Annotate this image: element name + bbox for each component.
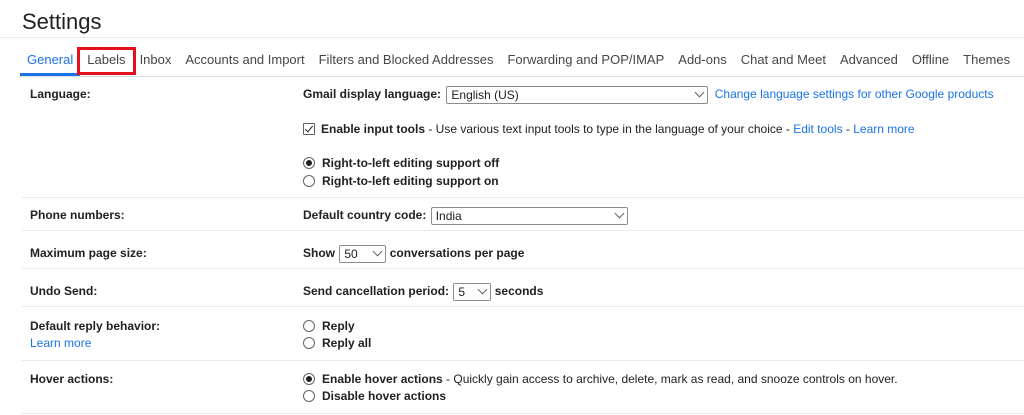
enable-hover-label: Enable hover actions	[322, 372, 443, 386]
phone-numbers-label: Phone numbers:	[30, 208, 125, 222]
edit-tools-link[interactable]: Edit tools	[793, 122, 842, 136]
chevron-down-icon	[477, 284, 488, 295]
country-code-value: India	[435, 209, 462, 223]
radio-selected-dot	[306, 375, 312, 382]
chevron-down-icon	[694, 87, 705, 98]
cancellation-period-select[interactable]: 5	[453, 283, 492, 301]
rtl-on-label: Right-to-left editing support on	[322, 174, 499, 188]
tab-inbox[interactable]: Inbox	[133, 50, 179, 72]
undo-send-settings: Send cancellation period: 5 seconds	[303, 283, 543, 301]
rtl-off-radio[interactable]	[303, 156, 315, 169]
page-size-value: 50	[344, 247, 358, 261]
input-tools-description: - Use various text input tools to type i…	[425, 122, 794, 136]
settings-tabs: General Labels Inbox Accounts and Import…	[20, 47, 1017, 76]
link-separator: -	[842, 122, 854, 136]
tab-filters-and-blocked-addresses[interactable]: Filters and Blocked Addresses	[312, 50, 501, 72]
rtl-on-radio[interactable]	[303, 174, 315, 187]
cancellation-period-label: Send cancellation period:	[303, 284, 450, 299]
display-language-label: Gmail display language:	[303, 87, 442, 102]
reply-all-radio[interactable]	[303, 336, 315, 349]
header-divider	[0, 37, 1024, 38]
disable-hover-radio[interactable]	[303, 389, 315, 402]
page-size-row: Maximum page size: Show 50 conversations…	[22, 231, 1024, 269]
reply-option-label: Reply	[322, 319, 355, 333]
display-language-select[interactable]: English (US)	[446, 86, 709, 104]
reply-behavior-label: Default reply behavior:	[30, 319, 161, 333]
input-tools-learn-more-link[interactable]: Learn more	[853, 122, 914, 136]
seconds-label: seconds	[494, 284, 544, 299]
page-title: Settings	[22, 9, 102, 34]
reply-behavior-row: Default reply behavior: Learn more Reply…	[22, 307, 1024, 361]
page-size-label: Maximum page size:	[30, 246, 147, 260]
undo-send-row: Undo Send: Send cancellation period: 5 s…	[22, 269, 1024, 307]
language-row: Language: Gmail display language: Englis…	[22, 77, 1024, 198]
radio-selected-dot	[306, 159, 312, 166]
reply-learn-more-link[interactable]: Learn more	[30, 336, 91, 350]
country-code-label: Default country code:	[303, 208, 427, 223]
language-settings: Gmail display language: English (US) Cha…	[303, 86, 1023, 196]
hover-actions-row: Hover actions: Enable hover actions - Qu…	[22, 361, 1024, 414]
reply-all-option-label: Reply all	[322, 336, 372, 350]
hover-actions-options: Enable hover actions - Quickly gain acce…	[303, 372, 1003, 412]
undo-send-label: Undo Send:	[30, 284, 98, 298]
change-language-link[interactable]: Change language settings for other Googl…	[715, 87, 994, 101]
tab-general[interactable]: General	[20, 50, 81, 76]
input-tools-label: Enable input tools	[321, 122, 425, 136]
tab-advanced[interactable]: Advanced	[833, 50, 905, 72]
page-size-select[interactable]: 50	[339, 245, 387, 263]
phone-settings: Default country code: India	[303, 207, 628, 225]
tab-labels[interactable]: Labels	[77, 47, 136, 75]
tab-chat-and-meet[interactable]: Chat and Meet	[734, 50, 833, 72]
display-language-value: English (US)	[451, 88, 519, 102]
conversations-per-page-label: conversations per page	[389, 246, 525, 261]
tab-accounts-and-import[interactable]: Accounts and Import	[178, 50, 311, 72]
show-label: Show	[303, 246, 335, 261]
chevron-down-icon	[372, 246, 383, 257]
page-size-settings: Show 50 conversations per page	[303, 245, 524, 263]
rtl-off-label: Right-to-left editing support off	[322, 156, 500, 170]
country-code-select[interactable]: India	[430, 207, 628, 225]
input-tools-checkbox[interactable]	[303, 122, 315, 135]
checkmark-icon	[304, 123, 314, 133]
tab-offline[interactable]: Offline	[905, 50, 956, 72]
language-label: Language:	[30, 87, 91, 101]
hover-actions-label: Hover actions:	[30, 372, 114, 386]
tab-add-ons[interactable]: Add-ons	[671, 50, 733, 72]
chevron-down-icon	[614, 208, 625, 219]
reply-options: Reply Reply all	[303, 319, 603, 359]
enable-hover-description: - Quickly gain access to archive, delete…	[442, 372, 898, 386]
reply-radio[interactable]	[303, 319, 315, 332]
cancellation-period-value: 5	[458, 285, 466, 299]
tab-themes[interactable]: Themes	[956, 50, 1017, 72]
disable-hover-label: Disable hover actions	[322, 389, 447, 403]
phone-numbers-row: Phone numbers: Default country code: Ind…	[22, 198, 1024, 231]
tab-forwarding-and-pop-imap[interactable]: Forwarding and POP/IMAP	[500, 50, 671, 72]
enable-hover-radio[interactable]	[303, 372, 315, 385]
